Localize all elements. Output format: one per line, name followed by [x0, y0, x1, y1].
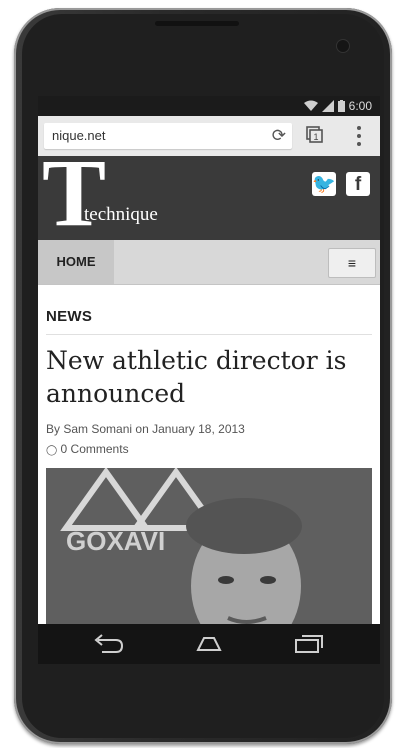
reload-icon[interactable]: ⟳	[272, 126, 286, 146]
status-bar: 6:00	[38, 96, 380, 116]
twitter-icon[interactable]: 🐦	[312, 172, 336, 196]
tab-count: 1	[313, 132, 318, 142]
recent-apps-icon[interactable]	[292, 632, 326, 654]
facebook-icon[interactable]: f	[346, 172, 370, 196]
article-headline[interactable]: New athletic director is announced	[46, 344, 376, 410]
earpiece-speaker	[155, 21, 239, 26]
overflow-menu-icon[interactable]	[356, 124, 362, 148]
comment-icon: ◯	[46, 445, 58, 456]
system-nav-bar	[38, 624, 380, 664]
status-time: 6:00	[348, 99, 372, 113]
byline-on: on	[135, 422, 149, 436]
section-label[interactable]: NEWS	[46, 308, 92, 325]
nav-bar: HOME ≡	[38, 240, 380, 285]
wifi-icon	[303, 100, 318, 111]
date-link[interactable]: January 18, 2013	[152, 422, 245, 436]
byline-by: By	[46, 422, 61, 436]
section-divider	[46, 334, 372, 335]
nav-item-home[interactable]: HOME	[38, 240, 114, 284]
site-header: T technique 🐦 f	[38, 145, 380, 241]
logo-word[interactable]: technique	[84, 204, 158, 226]
comments-count: 0 Comments	[60, 442, 129, 456]
comments-link[interactable]: ◯ 0 Comments	[46, 442, 129, 456]
phone-screen: 6:00 nique.net ⟳ 1 T technique 🐦 f HOME …	[38, 96, 380, 664]
status-icons: 6:00	[303, 99, 372, 113]
battery-icon	[337, 100, 345, 112]
home-key-icon[interactable]	[192, 632, 226, 654]
photo-banner-text: GOXAVI	[66, 526, 165, 556]
tabs-icon[interactable]: 1	[306, 126, 324, 144]
hamburger-menu-icon[interactable]: ≡	[328, 248, 376, 278]
author-link[interactable]: Sam Somani	[63, 422, 132, 436]
back-icon[interactable]	[92, 632, 126, 654]
front-camera	[337, 40, 349, 52]
signal-icon	[321, 100, 334, 112]
article-byline: By Sam Somani on January 18, 2013	[46, 422, 245, 436]
